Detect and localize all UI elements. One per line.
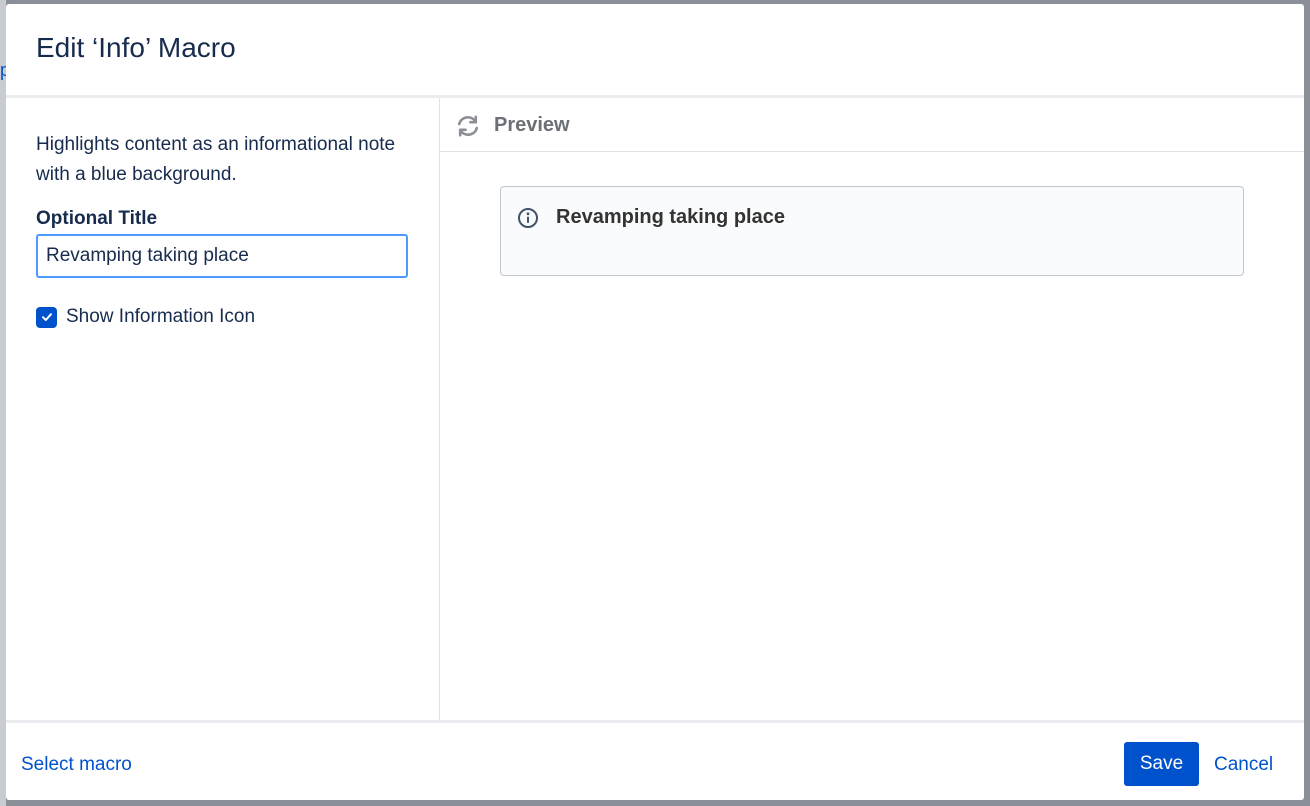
optional-title-input[interactable] [36,234,408,278]
preview-header: Preview [440,98,1304,152]
optional-title-label: Optional Title [36,208,158,229]
show-information-icon-label[interactable]: Show Information Icon [66,306,255,328]
cancel-button[interactable]: Cancel [1214,754,1273,776]
checkmark-icon [41,313,52,321]
show-information-icon-checkbox[interactable] [36,306,57,328]
preview-panel: Preview Revamping taking place [440,98,1304,720]
preview-label: Preview [494,114,570,136]
show-icon-row[interactable]: Show Information Icon [36,306,255,328]
dialog-footer: Select macro Save Cancel [6,720,1304,800]
info-icon [518,208,538,228]
macro-description: Highlights content as an informational n… [36,134,396,185]
dialog-title: Edit ‘Info’ Macro [36,32,236,63]
macro-parameters-panel: Highlights content as an informational n… [6,98,440,720]
save-button[interactable]: Save [1124,742,1199,786]
edit-macro-dialog: Edit ‘Info’ Macro Highlights content as … [6,4,1304,800]
dialog-header: Edit ‘Info’ Macro [6,4,1304,98]
select-macro-link[interactable]: Select macro [21,754,132,776]
refresh-icon[interactable] [454,112,482,140]
info-panel-title: Revamping taking place [556,206,785,228]
info-macro-preview: Revamping taking place [500,186,1244,276]
